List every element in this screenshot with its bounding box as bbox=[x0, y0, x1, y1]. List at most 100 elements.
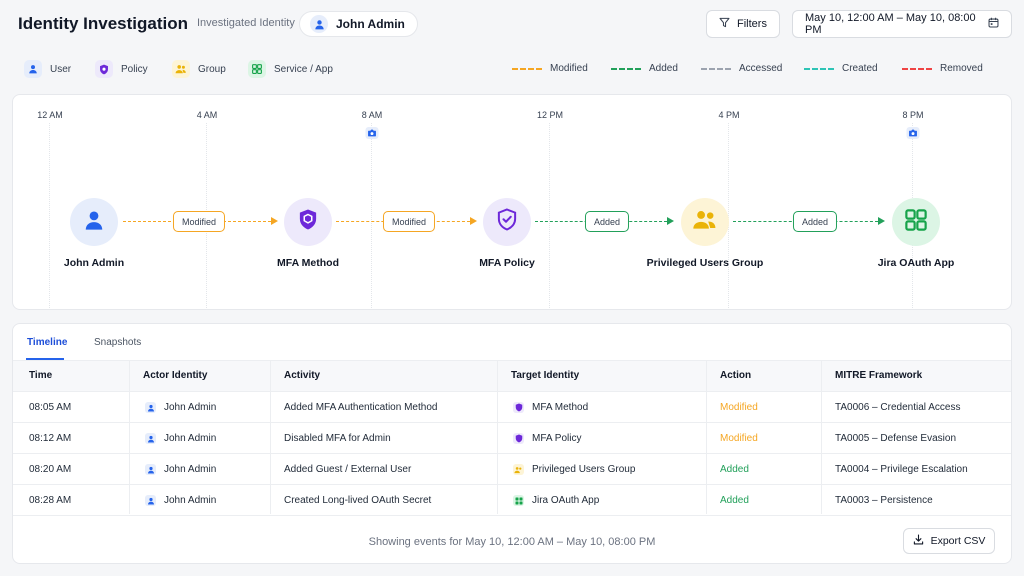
events-panel: Timeline Snapshots Time Actor Identity A… bbox=[12, 323, 1012, 564]
cell-time: 08:28 AM bbox=[29, 495, 72, 506]
node-label: MFA Method bbox=[276, 257, 340, 269]
users-icon bbox=[172, 60, 190, 78]
edge-label-modified[interactable]: Modified bbox=[172, 211, 226, 232]
cell-target[interactable]: Jira OAuth App bbox=[513, 495, 599, 506]
edge-label-added[interactable]: Added bbox=[584, 211, 630, 232]
cell-target[interactable]: Privileged Users Group bbox=[513, 464, 635, 475]
shield-icon bbox=[513, 433, 524, 444]
node-john-admin[interactable] bbox=[70, 198, 118, 246]
cell-actor[interactable]: John Admin bbox=[145, 433, 216, 444]
legend-policy-label: Policy bbox=[121, 63, 148, 75]
legend-created-label: Created bbox=[842, 63, 878, 74]
legend-accessed-label: Accessed bbox=[739, 63, 783, 74]
hour-tick: 8 PM bbox=[902, 110, 924, 120]
legend-policy: Policy bbox=[95, 60, 148, 78]
cell-action: Modified bbox=[720, 402, 758, 413]
users-icon bbox=[692, 209, 718, 235]
shield-icon bbox=[95, 60, 113, 78]
legend-modified-label: Modified bbox=[550, 63, 588, 74]
tab-snapshots[interactable]: Snapshots bbox=[94, 337, 141, 348]
table-row[interactable]: 08:05 AM John Admin Added MFA Authentica… bbox=[13, 392, 1011, 423]
column-header-mitre[interactable]: MITRE Framework bbox=[835, 370, 922, 381]
date-range-picker[interactable]: May 10, 12:00 AM – May 10, 08:00 PM bbox=[792, 10, 1012, 38]
cell-target[interactable]: MFA Method bbox=[513, 402, 588, 413]
legend-added-label: Added bbox=[649, 63, 678, 74]
legend-group-label: Group bbox=[198, 63, 226, 75]
cell-actor[interactable]: John Admin bbox=[145, 464, 216, 475]
cell-activity: Disabled MFA for Admin bbox=[284, 433, 391, 444]
shield-check-icon bbox=[497, 208, 517, 236]
investigated-identity-name: John Admin bbox=[336, 17, 405, 31]
cell-activity: Created Long-lived OAuth Secret bbox=[284, 495, 432, 506]
filters-label: Filters bbox=[737, 18, 767, 30]
cell-action: Added bbox=[720, 464, 749, 475]
export-csv-button[interactable]: Export CSV bbox=[903, 528, 995, 554]
grid-icon bbox=[513, 495, 524, 506]
edge-label-added[interactable]: Added bbox=[792, 211, 838, 232]
table-row[interactable]: 08:28 AM John Admin Created Long-lived O… bbox=[13, 485, 1011, 516]
edge-arrowhead bbox=[667, 217, 674, 225]
user-icon bbox=[310, 15, 328, 33]
table-row[interactable]: 08:20 AM John Admin Added Guest / Extern… bbox=[13, 454, 1011, 485]
snapshot-camera-icon[interactable] bbox=[365, 127, 379, 139]
column-header-activity[interactable]: Activity bbox=[284, 370, 320, 381]
created-line-swatch bbox=[804, 67, 834, 70]
hour-tick: 4 PM bbox=[718, 110, 740, 120]
hour-gridline bbox=[371, 123, 372, 308]
identity-graph-panel: 12 AM 4 AM 8 AM 12 PM 4 PM 8 PM Modified… bbox=[12, 94, 1012, 310]
node-jira-oauth-app[interactable] bbox=[892, 198, 940, 246]
date-range-value: May 10, 12:00 AM – May 10, 08:00 PM bbox=[805, 12, 976, 36]
grid-icon bbox=[248, 60, 266, 78]
user-icon bbox=[145, 464, 156, 475]
table-header: Time Actor Identity Activity Target Iden… bbox=[13, 361, 1011, 392]
user-icon bbox=[83, 209, 105, 236]
legend-removed-label: Removed bbox=[940, 63, 983, 74]
grid-icon bbox=[905, 208, 927, 236]
legend-removed: Removed bbox=[902, 63, 983, 74]
cell-time: 08:12 AM bbox=[29, 433, 72, 444]
users-icon bbox=[513, 464, 524, 475]
cell-target-name: MFA Method bbox=[532, 402, 589, 413]
page-title: Identity Investigation bbox=[18, 14, 189, 33]
removed-line-swatch bbox=[902, 67, 932, 70]
column-header-target[interactable]: Target Identity bbox=[511, 370, 579, 381]
tab-bar: Timeline Snapshots bbox=[13, 324, 1011, 361]
cell-actor-name: John Admin bbox=[164, 402, 217, 413]
node-mfa-method[interactable] bbox=[284, 198, 332, 246]
tab-timeline[interactable]: Timeline bbox=[27, 337, 67, 348]
legend-group: Group bbox=[172, 60, 226, 78]
hour-gridline bbox=[549, 123, 550, 308]
cell-actor[interactable]: John Admin bbox=[145, 495, 216, 506]
cell-activity: Added Guest / External User bbox=[284, 464, 412, 475]
column-header-time[interactable]: Time bbox=[29, 370, 52, 381]
column-header-action[interactable]: Action bbox=[720, 370, 751, 381]
cell-time: 08:05 AM bbox=[29, 402, 72, 413]
cell-actor-name: John Admin bbox=[164, 464, 217, 475]
cell-activity: Added MFA Authentication Method bbox=[284, 402, 438, 413]
table-row[interactable]: 08:12 AM John Admin Disabled MFA for Adm… bbox=[13, 423, 1011, 454]
node-label: MFA Policy bbox=[479, 257, 535, 269]
snapshot-camera-icon[interactable] bbox=[906, 127, 920, 139]
cell-target[interactable]: MFA Policy bbox=[513, 433, 581, 444]
column-header-actor[interactable]: Actor Identity bbox=[143, 370, 207, 381]
active-tab-indicator bbox=[26, 358, 64, 360]
shield-icon bbox=[513, 402, 524, 413]
edge-arrowhead bbox=[470, 217, 477, 225]
edge-label-modified[interactable]: Modified bbox=[382, 211, 436, 232]
cell-action: Added bbox=[720, 495, 749, 506]
user-icon bbox=[145, 495, 156, 506]
filters-button[interactable]: Filters bbox=[706, 10, 780, 38]
node-privileged-users-group[interactable] bbox=[681, 198, 729, 246]
investigated-identity-chip[interactable]: John Admin bbox=[299, 11, 418, 37]
legend-accessed: Accessed bbox=[701, 63, 782, 74]
shield-icon bbox=[298, 208, 318, 236]
node-mfa-policy[interactable] bbox=[483, 198, 531, 246]
hour-tick: 4 AM bbox=[196, 110, 218, 120]
legend-service-label: Service / App bbox=[274, 63, 333, 75]
hour-gridline bbox=[49, 123, 50, 308]
export-csv-label: Export CSV bbox=[930, 535, 986, 547]
legend-user-label: User bbox=[50, 63, 72, 75]
accessed-line-swatch bbox=[701, 67, 731, 70]
legend-user: User bbox=[24, 60, 71, 78]
cell-actor[interactable]: John Admin bbox=[145, 402, 216, 413]
